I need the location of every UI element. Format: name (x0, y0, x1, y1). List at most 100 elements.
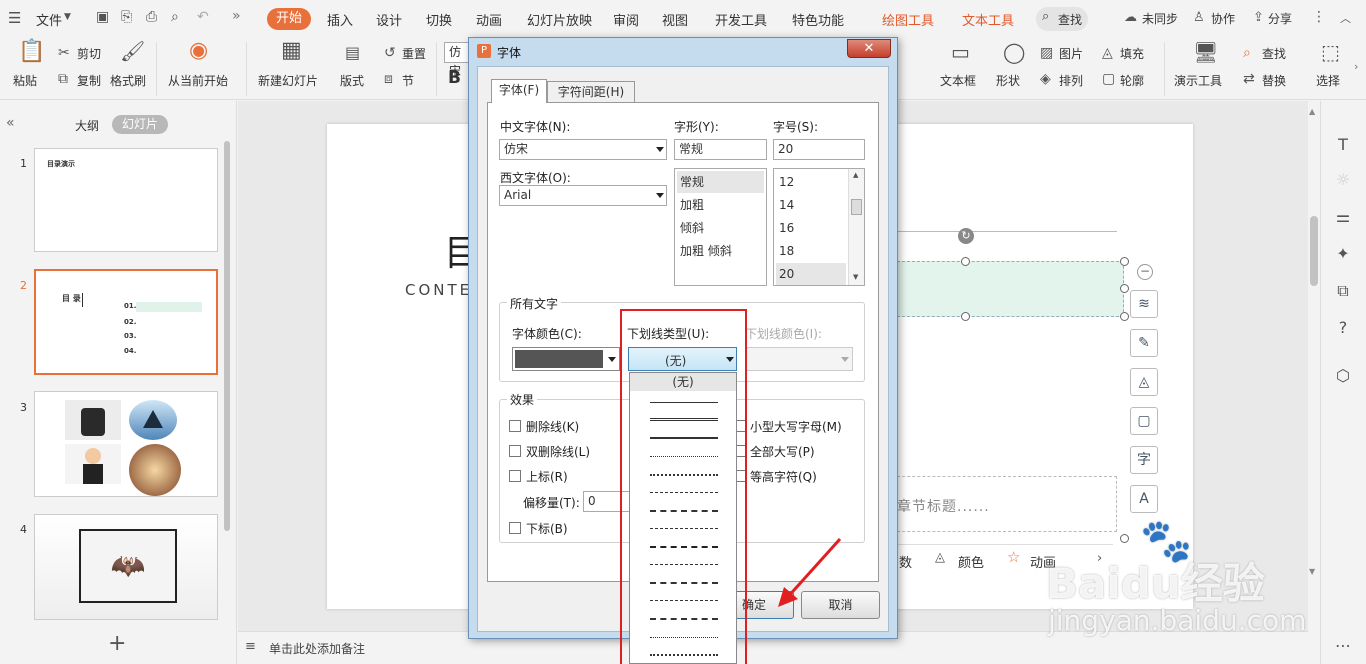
copy-button[interactable]: 复制 (77, 72, 101, 89)
present-tools-button[interactable]: 演示工具 (1174, 72, 1222, 89)
more-options-icon[interactable]: ⋮ (1312, 9, 1326, 25)
paste-button[interactable]: 粘贴 (13, 72, 37, 89)
size-option[interactable]: 16 (776, 217, 846, 239)
pen-icon[interactable]: ✎ (1130, 329, 1158, 357)
scroll-up-icon[interactable]: ▲ (853, 171, 858, 179)
fill-button[interactable]: 填充 (1120, 45, 1144, 62)
size-list[interactable]: 12 14 16 18 20 ▲ ▼ (773, 168, 865, 286)
select-button[interactable]: 选择 (1316, 72, 1340, 89)
preview-icon[interactable]: ⌕ (171, 9, 179, 25)
tab-features[interactable]: 特色功能 (792, 10, 844, 29)
help-icon[interactable]: ? (1333, 318, 1353, 338)
sync-status[interactable]: 未同步 (1142, 10, 1178, 27)
west-font-select[interactable]: Arial (499, 185, 667, 206)
sliders-icon[interactable]: ⚌ (1333, 207, 1353, 227)
notes-placeholder[interactable]: 单击此处添加备注 (269, 640, 365, 657)
subscript-checkbox[interactable] (509, 522, 521, 534)
style-option[interactable]: 加粗 (677, 194, 764, 216)
selected-textbox[interactable] (887, 261, 1124, 317)
tab-view[interactable]: 视图 (662, 10, 688, 29)
bold-button[interactable]: B (448, 68, 461, 88)
font-name-field[interactable]: 仿宋 (444, 42, 470, 78)
resize-handle[interactable] (1120, 284, 1129, 293)
save-icon[interactable]: ▣ (96, 9, 109, 25)
layout-button[interactable]: 版式 (340, 72, 364, 89)
style-option[interactable]: 常规 (677, 171, 764, 193)
slide-thumbnail-3[interactable] (34, 391, 218, 497)
fill-shape-icon[interactable]: ◬ (1130, 368, 1158, 396)
tab-font[interactable]: 字体(F) (491, 79, 547, 103)
add-slide-button[interactable]: + (108, 631, 126, 656)
tab-developer[interactable]: 开发工具 (715, 10, 767, 29)
text-format-icon[interactable]: 字 (1130, 446, 1158, 474)
tab-char-spacing[interactable]: 字符间距(H) (547, 81, 635, 103)
collapse-ribbon-icon[interactable]: ︿ (1340, 10, 1351, 26)
cut-button[interactable]: 剪切 (77, 45, 101, 62)
chevron-down-icon[interactable]: ▼ (64, 12, 71, 22)
resize-handle[interactable] (1120, 312, 1129, 321)
size-field[interactable]: 20 (773, 139, 865, 160)
font-color-picker[interactable] (512, 347, 620, 371)
collapse-panel-icon[interactable]: « (6, 115, 15, 131)
from-current-button[interactable]: 从当前开始 (168, 72, 228, 89)
more-icon[interactable]: ⋯ (1333, 636, 1353, 656)
undo-icon[interactable]: ↶ (197, 9, 209, 25)
play-icon[interactable]: ◉ (189, 40, 208, 62)
share-button[interactable]: 分享 (1268, 10, 1292, 27)
reset-button[interactable]: 重置 (402, 45, 426, 62)
cube-icon[interactable]: ⬡ (1333, 366, 1353, 386)
pin-icon[interactable]: ✦ (1333, 244, 1353, 264)
style-list[interactable]: 常规 加粗 倾斜 加粗 倾斜 (674, 168, 767, 286)
brush-icon[interactable]: 🖌 (120, 41, 145, 61)
slide-thumbnail-2[interactable]: 目 录 01. 02. 03. 04. (34, 269, 218, 375)
tab-transition[interactable]: 切换 (426, 10, 452, 29)
tab-insert[interactable]: 插入 (327, 10, 353, 29)
format-painter-button[interactable]: 格式刷 (110, 72, 146, 89)
resize-handle[interactable] (961, 257, 970, 266)
paste-icon[interactable]: 📋 (18, 41, 45, 63)
lightbulb-icon[interactable]: ☼ (1333, 170, 1353, 190)
hamburger-icon[interactable]: ☰ (8, 9, 21, 27)
shape-button[interactable]: 形状 (996, 72, 1020, 89)
text-effects-icon[interactable]: A (1130, 485, 1158, 513)
style-option[interactable]: 倾斜 (677, 217, 764, 239)
size-option[interactable]: 12 (776, 171, 846, 193)
scroll-thumb[interactable] (851, 199, 862, 215)
new-slide-icon[interactable]: ▦ (281, 40, 302, 62)
toolbar-color[interactable]: 颜色 (958, 552, 984, 571)
toolbar-number[interactable]: 数 (899, 552, 912, 571)
size-option[interactable]: 20 (776, 263, 846, 285)
tab-animation[interactable]: 动画 (476, 10, 502, 29)
transform-icon[interactable]: ⧉ (1333, 281, 1353, 301)
print-icon[interactable]: ⎙ (146, 9, 157, 25)
scroll-right-icon[interactable]: › (1354, 60, 1358, 73)
frame-icon[interactable]: ▢ (1130, 407, 1158, 435)
close-button[interactable]: ✕ (847, 39, 891, 58)
tab-text-tools[interactable]: 文本工具 (962, 10, 1014, 29)
size-scrollbar[interactable]: ▲ ▼ (848, 169, 864, 285)
outline-button[interactable]: 轮廓 (1120, 72, 1144, 89)
find-button[interactable]: 查找 (1262, 45, 1286, 62)
picture-button[interactable]: 图片 (1059, 45, 1083, 62)
tab-slideshow[interactable]: 幻灯片放映 (527, 10, 592, 29)
chevron-down-icon[interactable] (656, 147, 664, 152)
resize-handle[interactable] (961, 312, 970, 321)
tab-review[interactable]: 审阅 (613, 10, 639, 29)
tab-start[interactable]: 开始 (267, 8, 311, 30)
slide-thumbnail-1[interactable]: 目录演示 (34, 148, 218, 252)
more-icon[interactable]: » (232, 8, 241, 24)
textbox-button[interactable]: 文本框 (940, 72, 976, 89)
present-tools-icon[interactable]: 🖥 (1193, 42, 1218, 62)
panel-scrollbar[interactable] (224, 141, 230, 531)
strikethrough-checkbox[interactable] (509, 420, 521, 432)
collab-button[interactable]: 协作 (1211, 10, 1235, 27)
scroll-down-icon[interactable]: ▼ (853, 273, 858, 281)
slide-thumbnail-4[interactable]: 🦇 (34, 514, 218, 620)
size-option[interactable]: 14 (776, 194, 846, 216)
tab-drawing-tools[interactable]: 绘图工具 (882, 10, 934, 29)
scroll-thumb[interactable] (1310, 216, 1318, 286)
collapse-icon[interactable]: − (1137, 264, 1153, 280)
resize-handle[interactable] (1120, 257, 1129, 266)
tab-design[interactable]: 设计 (376, 10, 402, 29)
textbox-icon[interactable]: ▭ (951, 42, 970, 62)
